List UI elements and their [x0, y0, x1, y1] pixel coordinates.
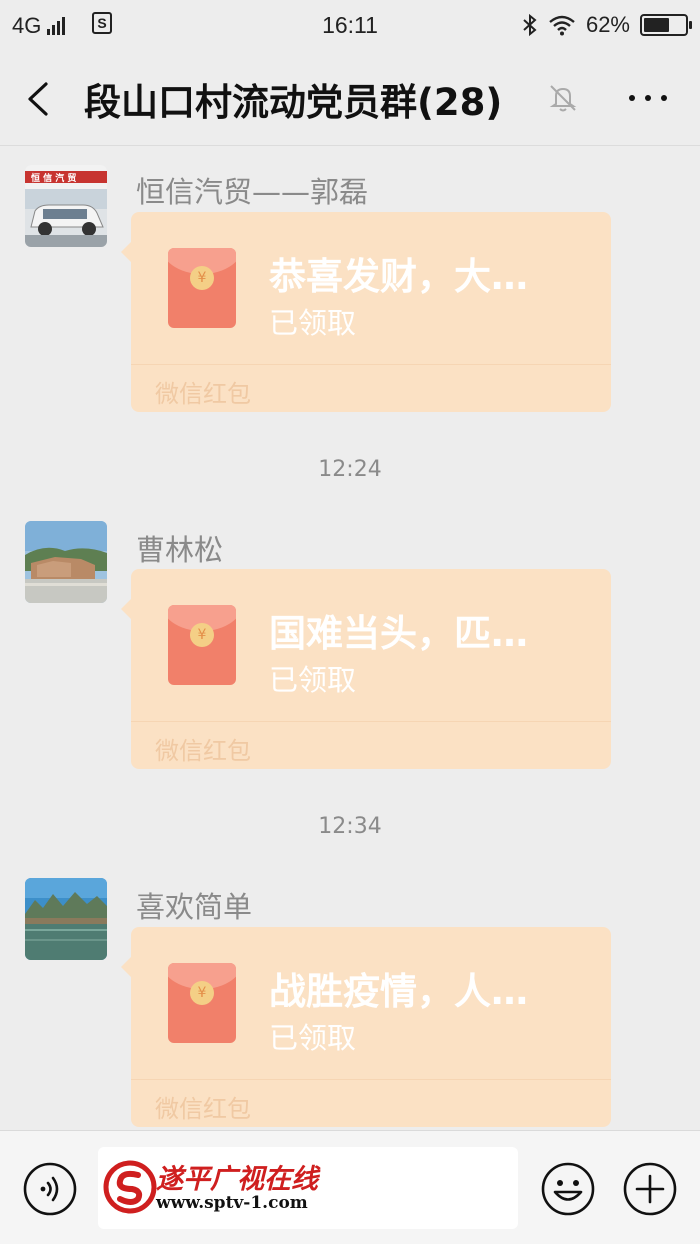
divider	[131, 721, 611, 722]
battery-fill	[644, 18, 669, 32]
station-logo-icon	[103, 1160, 157, 1214]
sender-name: 喜欢简单	[136, 890, 253, 924]
watermark-name: 遂平广视在线	[156, 1164, 318, 1195]
status-right: 62%	[522, 12, 692, 38]
divider	[131, 1079, 611, 1080]
bell-off-icon	[549, 85, 577, 112]
divider	[131, 364, 611, 365]
car-dealer-avatar-image: 恒 信 汽 贸	[25, 165, 107, 247]
lake-avatar-image	[25, 878, 107, 960]
voice-icon[interactable]	[22, 1161, 78, 1217]
status-bar: 4G S 16:11 62%	[0, 0, 700, 50]
red-envelope-icon: ¥	[168, 248, 236, 328]
message-timestamp: 12:34	[318, 814, 382, 839]
input-bar: 遂平广视在线 www.sptv-1.com	[0, 1130, 700, 1244]
bluetooth-icon	[523, 13, 537, 37]
red-packet[interactable]: ¥ 国难当头，匹… 已领取 微信红包	[121, 569, 611, 769]
red-packet-greeting: 恭喜发财，大…	[269, 255, 528, 298]
avatar[interactable]: 恒 信 汽 贸	[25, 165, 107, 247]
chat-title: 段山口村流动党员群(28)	[84, 81, 503, 124]
red-packet-greeting: 国难当头，匹…	[269, 612, 528, 655]
red-packet-brand: 微信红包	[155, 737, 251, 765]
sender-name: 曹林松	[136, 533, 224, 567]
message-list[interactable]: 恒 信 汽 贸 恒信汽贸——郭磊 ¥ 恭喜发财，大… 已领取 微信红包 12:2…	[0, 147, 700, 1130]
red-packet-brand: 微信红包	[155, 1095, 251, 1123]
chevron-left-icon[interactable]	[18, 74, 62, 124]
red-packet[interactable]: ¥ 恭喜发财，大… 已领取 微信红包	[121, 212, 611, 412]
plus-icon[interactable]	[622, 1161, 678, 1217]
battery-percent: 62%	[585, 12, 630, 37]
emoji-icon[interactable]	[540, 1161, 596, 1217]
avatar-sign-text: 恒 信 汽 贸	[31, 172, 76, 184]
message-input[interactable]: 遂平广视在线 www.sptv-1.com	[98, 1147, 518, 1229]
avatar[interactable]	[25, 878, 107, 960]
red-packet-brand: 微信红包	[155, 380, 251, 408]
avatar[interactable]	[25, 521, 107, 603]
red-envelope-icon: ¥	[168, 963, 236, 1043]
sender-name: 恒信汽贸——郭磊	[136, 175, 369, 209]
red-packet-status: 已领取	[269, 663, 357, 697]
watermark-url: www.sptv-1.com	[156, 1193, 308, 1213]
red-packet-status: 已领取	[269, 1021, 357, 1055]
red-packet[interactable]: ¥ 战胜疫情，人… 已领取 微信红包	[121, 927, 611, 1127]
red-packet-status: 已领取	[269, 306, 357, 340]
more-dots-icon[interactable]	[624, 82, 672, 114]
battery-icon	[640, 14, 692, 36]
message-timestamp: 12:24	[318, 457, 382, 482]
red-envelope-icon: ¥	[168, 605, 236, 685]
wifi-icon	[549, 15, 575, 36]
chat-header: 段山口村流动党员群(28)	[0, 50, 700, 146]
red-packet-greeting: 战胜疫情，人…	[269, 970, 528, 1013]
landscape-avatar-image	[25, 521, 107, 603]
